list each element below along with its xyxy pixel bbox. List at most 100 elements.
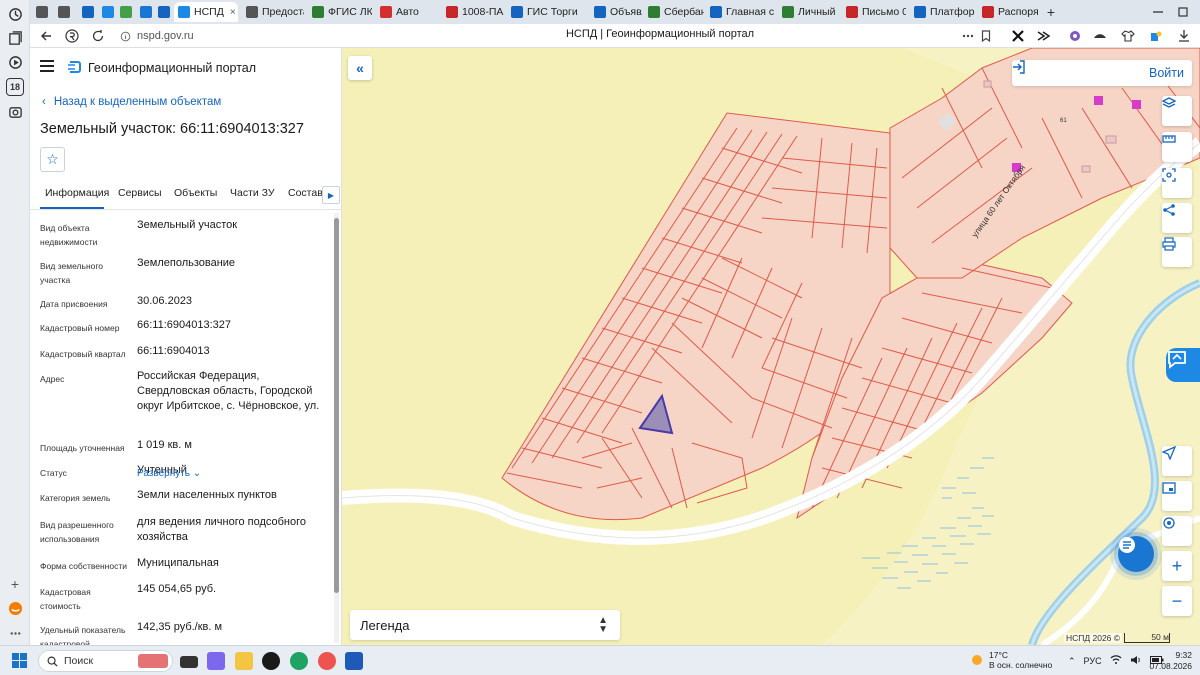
edge-icon[interactable] [290, 652, 308, 670]
reload-icon[interactable] [90, 28, 106, 44]
history-icon[interactable] [6, 5, 24, 23]
tab-parts[interactable]: Части ЗУ [230, 187, 275, 199]
volume-icon[interactable] [1130, 655, 1142, 667]
tab-information[interactable]: Информация [45, 187, 109, 199]
minimize-icon[interactable] [1150, 4, 1166, 20]
expand-address-link[interactable]: Развернуть ⌄ [137, 468, 201, 479]
screenshot-icon[interactable] [6, 103, 24, 121]
attribute-value: для ведения личного подсобного хозяйства [137, 516, 307, 543]
map-view[interactable]: улица 60 лет Октября 61 « Войти + − Леге… [342, 48, 1200, 645]
map-canvas[interactable]: улица 60 лет Октября 61 [342, 48, 1200, 645]
browser-tab[interactable] [54, 2, 72, 22]
browser-tab[interactable]: Авто [376, 2, 438, 22]
nspd-icon [178, 6, 190, 18]
nspd-logo-icon [68, 61, 81, 73]
menu-icon[interactable] [40, 60, 54, 74]
tab-objects[interactable]: Объекты [174, 187, 217, 199]
chat-button[interactable] [1118, 536, 1154, 572]
browser-tab[interactable] [98, 2, 114, 22]
tab-composition[interactable]: Состав [288, 187, 323, 199]
select-area-button[interactable] [1162, 168, 1192, 198]
yandex-browser-icon[interactable] [262, 652, 280, 670]
task-view-icon[interactable] [180, 656, 198, 668]
tabs-scroll-right-button[interactable]: ▶ [322, 186, 340, 204]
back-icon[interactable] [38, 28, 54, 44]
attribute-key: Кадастровая стоимость [40, 587, 91, 611]
back-to-selected-link[interactable]: ‹ Назад к выделенным объектам [42, 96, 221, 108]
browser-tab[interactable] [116, 2, 132, 22]
scrollbar-thumb[interactable] [334, 218, 339, 593]
extension-x-icon[interactable] [1010, 28, 1026, 44]
browser-tab[interactable] [32, 2, 50, 22]
yandex-profile-icon[interactable] [6, 599, 24, 617]
share-button[interactable] [1162, 203, 1192, 233]
minimap-button[interactable] [1162, 481, 1192, 511]
browser-tab[interactable]: Платформ [910, 2, 974, 22]
zoom-in-button[interactable]: + [1162, 551, 1192, 581]
geolocation-button[interactable] [1162, 516, 1192, 546]
play-icon[interactable] [6, 53, 24, 71]
file-explorer-icon[interactable] [235, 652, 253, 670]
doc-icon [982, 6, 994, 18]
browser-tab[interactable]: Сбербанк [644, 2, 704, 22]
wifi-icon[interactable] [1110, 655, 1122, 667]
extension-shield-icon[interactable] [1067, 28, 1083, 44]
zoom-out-button[interactable]: − [1162, 586, 1192, 616]
ruler-button[interactable] [1162, 132, 1192, 162]
bookmark-icon[interactable] [978, 28, 994, 44]
browser-tab[interactable]: Предоста [242, 2, 304, 22]
browser-tab[interactable]: ФГИС ЛК [308, 2, 372, 22]
taskbar-search[interactable]: Поиск [38, 650, 173, 672]
settings-icon[interactable] [6, 624, 24, 642]
browser-tab[interactable] [154, 2, 170, 22]
house-number-label: 61 [1060, 118, 1067, 124]
close-tab-icon[interactable]: × [230, 7, 236, 18]
attribute-key: Форма собственности [40, 561, 127, 571]
more-icon[interactable] [960, 28, 976, 44]
favorite-button[interactable]: ☆ [40, 147, 65, 172]
panel-scrollbar[interactable] [334, 213, 339, 643]
browser-tab[interactable]: Главная с [706, 2, 776, 22]
browser-tab[interactable]: НСПД × [174, 2, 238, 22]
system-clock[interactable]: 9:32 07.08.2026 [1148, 650, 1192, 672]
weather-widget[interactable]: 17°C В осн. солнечно [970, 650, 1052, 670]
download-icon[interactable] [1176, 28, 1192, 44]
tab-services[interactable]: Сервисы [118, 187, 162, 199]
teams-icon[interactable] [207, 652, 225, 670]
language-indicator[interactable]: РУС [1084, 656, 1102, 666]
extension-shirt-icon[interactable] [1120, 28, 1136, 44]
login-icon [1013, 60, 1025, 74]
browser-tab[interactable] [136, 2, 152, 22]
browser-tab[interactable] [78, 2, 94, 22]
collections-icon[interactable] [6, 29, 24, 47]
browser-tab[interactable]: 1008-ПА [442, 2, 504, 22]
browser-tab[interactable]: ГИС Торги [507, 2, 587, 22]
assistant-button[interactable] [1166, 348, 1200, 382]
print-button[interactable] [1162, 237, 1192, 267]
legend-dropdown[interactable]: Легенда ▲ ▼ [350, 610, 620, 640]
extension-arrow-icon[interactable] [1035, 28, 1051, 44]
app-icon[interactable] [318, 652, 336, 670]
restore-icon[interactable] [1175, 4, 1191, 20]
browser-tab[interactable]: Объявлен [590, 2, 642, 22]
browser-tab[interactable]: Распоряж [978, 2, 1038, 22]
word-icon[interactable] [345, 652, 363, 670]
chevron-up-icon[interactable]: ⌃ [1068, 656, 1076, 667]
calendar-badge-icon[interactable]: 18 [6, 78, 24, 96]
browser-tab[interactable]: Письмо 0 [842, 2, 906, 22]
extension-puzzle-icon[interactable] [1148, 28, 1164, 44]
add-sidebar-app-icon[interactable]: + [6, 575, 24, 593]
layers-button[interactable] [1162, 96, 1192, 126]
windows-start-icon[interactable] [12, 653, 28, 669]
login-button[interactable]: Войти [1012, 60, 1192, 86]
collapse-panel-button[interactable]: « [348, 56, 372, 80]
locate-button[interactable] [1162, 446, 1192, 476]
browser-tab[interactable]: Личный к [778, 2, 838, 22]
yandex-icon[interactable] [64, 28, 80, 44]
extension-hat-icon[interactable] [1092, 28, 1108, 44]
site-info-icon[interactable] [120, 31, 131, 42]
attribute-key: Дата присвоения [40, 299, 108, 309]
url-field[interactable]: nspd.gov.ru [120, 28, 194, 44]
tab-label: Личный к [798, 6, 838, 18]
new-tab-button[interactable]: + [1042, 2, 1060, 22]
